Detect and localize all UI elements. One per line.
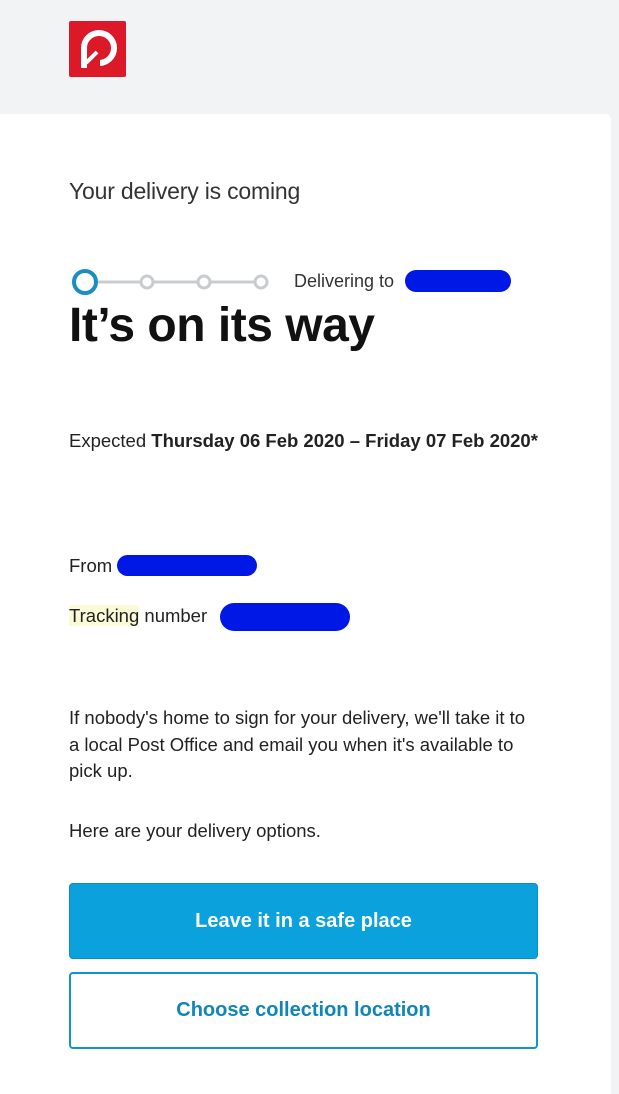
tracking-label-highlighted: Tracking bbox=[69, 605, 140, 626]
tracking-number-label: number bbox=[139, 605, 208, 626]
from-label: From bbox=[69, 555, 113, 576]
expected-dates: Thursday 06 Feb 2020 – Friday 07 Feb 202… bbox=[151, 430, 538, 451]
delivery-progress-tracker bbox=[69, 267, 279, 299]
progress-step-3 bbox=[196, 274, 212, 290]
email-subtitle: Your delivery is coming bbox=[69, 178, 301, 204]
delivery-options-intro: Here are your delivery options. bbox=[69, 820, 321, 841]
progress-step-1-active bbox=[72, 269, 98, 295]
redacted-tracking-number bbox=[220, 603, 350, 631]
expected-label: Expected bbox=[69, 430, 147, 451]
tracking-row: Tracking number bbox=[69, 605, 207, 627]
progress-step-2 bbox=[139, 274, 155, 290]
progress-step-4 bbox=[253, 274, 269, 290]
redacted-recipient bbox=[405, 270, 511, 292]
australia-post-logo-icon[interactable] bbox=[69, 21, 126, 77]
delivering-to-label: Delivering to bbox=[294, 271, 395, 291]
status-headline: It’s on its way bbox=[69, 299, 375, 352]
email-header bbox=[0, 0, 619, 112]
choose-collection-location-button[interactable]: Choose collection location bbox=[69, 972, 538, 1049]
redacted-sender bbox=[117, 555, 257, 576]
delivery-info-text: If nobody's home to sign for your delive… bbox=[69, 707, 526, 781]
expected-delivery-text: Expected Thursday 06 Feb 2020 – Friday 0… bbox=[69, 427, 549, 454]
from-row: From bbox=[69, 555, 112, 577]
leave-in-safe-place-button[interactable]: Leave it in a safe place bbox=[69, 883, 538, 959]
